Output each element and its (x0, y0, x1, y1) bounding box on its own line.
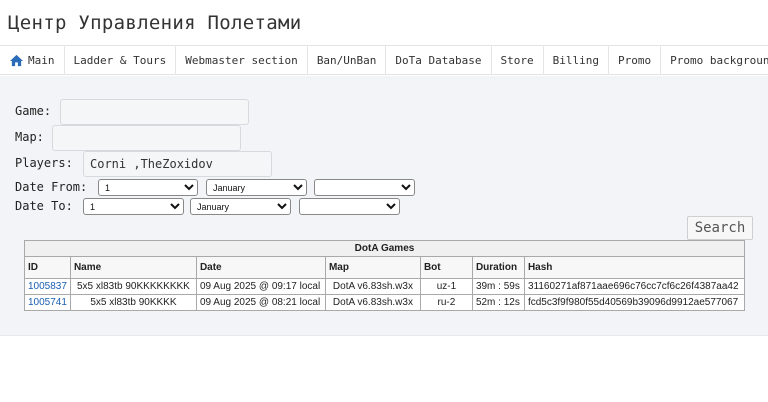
cell-map: DotA v6.83sh.w3x (324, 294, 421, 311)
header-duration: Duration (471, 256, 525, 279)
cell-id: 1005741 (24, 294, 71, 311)
header-date: Date (195, 256, 326, 279)
cell-duration: 52m : 12s (471, 294, 525, 311)
cell-map: DotA v6.83sh.w3x (324, 278, 421, 295)
date-to-year-select[interactable] (299, 198, 400, 215)
cell-name: 5x5 xl83tb 90KKKK (69, 294, 197, 311)
date-to-day-select[interactable]: 1 (83, 198, 184, 215)
cell-bot: ru-2 (419, 294, 473, 311)
nav-store[interactable]: Store (492, 46, 544, 74)
game-label: Game: (15, 104, 52, 118)
date-from-year-select[interactable] (314, 179, 415, 196)
map-label: Map: (15, 130, 44, 144)
date-to-month-select[interactable]: January (190, 198, 291, 215)
players-input[interactable] (83, 151, 272, 177)
cell-date: 09 Aug 2025 @ 09:17 local (195, 278, 326, 295)
date-from-label: Date From: (15, 180, 88, 194)
date-from-month-select[interactable]: January (206, 179, 307, 196)
nav-ban-unban[interactable]: Ban/UnBan (308, 46, 387, 74)
game-id-link[interactable]: 1005741 (28, 297, 67, 308)
cell-hash: fcd5c3f9f980f55d40569b39096d9912ae577067 (523, 294, 746, 311)
search-panel: Game: Map: Players: Date From: 1 January… (0, 76, 768, 335)
nav-main[interactable]: Main (0, 46, 65, 74)
cell-bot: uz-1 (419, 278, 473, 295)
game-input[interactable] (60, 99, 249, 125)
search-button[interactable]: Search (687, 216, 753, 240)
table-caption: DotA Games (24, 240, 745, 257)
nav-main-label: Main (28, 53, 55, 67)
cell-name: 5x5 xl83tb 90KKKKKKKK (69, 278, 197, 295)
nav-webmaster-section[interactable]: Webmaster section (176, 46, 308, 74)
header-bot: Bot (419, 256, 473, 279)
table-row: 1005837 5x5 xl83tb 90KKKKKKKK 09 Aug 202… (24, 278, 746, 295)
table-row: 1005741 5x5 xl83tb 90KKKK 09 Aug 2025 @ … (24, 294, 746, 311)
header-id: ID (24, 256, 71, 279)
cell-hash: 31160271af871aae696c76cc7cf6c26f4387aa42 (523, 278, 746, 295)
nav-billing[interactable]: Billing (544, 46, 609, 74)
players-label: Players: (15, 156, 73, 170)
cell-duration: 39m : 59s (471, 278, 525, 295)
date-to-label: Date To: (15, 199, 73, 213)
cell-id: 1005837 (24, 278, 71, 295)
header-hash: Hash (523, 256, 746, 279)
main-nav: Main Ladder & Tours Webmaster section Ba… (0, 45, 768, 75)
map-input[interactable] (52, 125, 241, 151)
nav-ladder-tours[interactable]: Ladder & Tours (65, 46, 177, 74)
table-header-row: ID Name Date Map Bot Duration Hash (24, 256, 746, 279)
games-table: DotA Games ID Name Date Map Bot Duration… (24, 240, 746, 311)
home-icon (10, 54, 23, 66)
nav-dota-database[interactable]: DoTa Database (386, 46, 492, 74)
date-from-day-select[interactable]: 1 (98, 179, 198, 196)
nav-promo[interactable]: Promo (609, 46, 662, 74)
game-id-link[interactable]: 1005837 (28, 281, 67, 292)
header-name: Name (69, 256, 197, 279)
app-title: Центр Управления Полетами (8, 12, 302, 34)
cell-date: 09 Aug 2025 @ 08:21 local (195, 294, 326, 311)
header-map: Map (324, 256, 421, 279)
nav-promo-background[interactable]: Promo background (661, 46, 768, 74)
footer-divider (0, 335, 768, 336)
